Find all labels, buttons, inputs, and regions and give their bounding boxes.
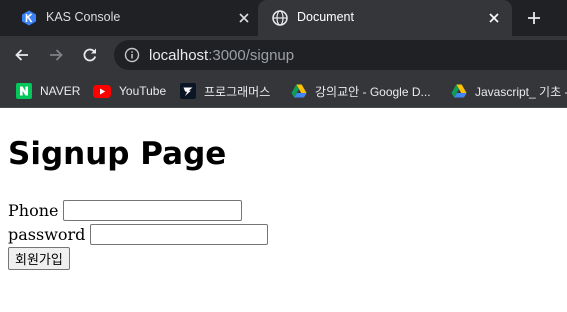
bookmark-lecture-notes[interactable]: 강의교안 - Google D... xyxy=(291,81,431,101)
bookmark-label: Javascript_ 기초 - xyxy=(475,84,567,99)
new-tab-button[interactable] xyxy=(522,6,546,30)
url-path: :3000/signup xyxy=(208,47,295,64)
password-label: password xyxy=(8,225,86,244)
bookmark-label: 프로그래머스 xyxy=(204,84,271,99)
bookmark-label: NAVER xyxy=(40,84,81,98)
info-icon[interactable] xyxy=(124,47,140,67)
arrow-right-icon xyxy=(50,49,63,61)
bookmark-youtube[interactable]: YouTube xyxy=(93,81,166,101)
tab-strip: KAS Console Document xyxy=(0,0,567,36)
phone-input[interactable] xyxy=(63,200,243,221)
kas-favicon-icon xyxy=(21,10,37,30)
address-bar[interactable]: localhost:3000/signup xyxy=(114,40,567,70)
globe-icon xyxy=(272,10,288,30)
tab-title: KAS Console xyxy=(46,10,121,24)
tab-document[interactable]: Document xyxy=(258,0,512,36)
plus-icon xyxy=(528,12,540,24)
bookmark-javascript-basics[interactable]: Javascript_ 기초 - xyxy=(451,81,567,101)
page-content: Signup Page Phone password 회원가입 xyxy=(0,108,567,312)
tab-close-icon[interactable] xyxy=(484,8,504,28)
google-drive-icon xyxy=(451,83,467,99)
bookmarks-bar: NAVER YouTube 프로그래머스 강의교안 - Google D... … xyxy=(0,74,567,108)
google-drive-icon xyxy=(291,83,307,99)
back-button[interactable] xyxy=(10,43,34,67)
forward-button[interactable] xyxy=(44,43,68,67)
browser-toolbar: localhost:3000/signup xyxy=(0,36,567,74)
password-input[interactable] xyxy=(90,224,269,245)
phone-row: Phone xyxy=(8,200,243,221)
reload-icon xyxy=(83,48,97,62)
tab-close-icon[interactable] xyxy=(234,8,254,28)
signup-button[interactable]: 회원가입 xyxy=(8,247,70,270)
bookmark-programmers[interactable]: 프로그래머스 xyxy=(180,81,270,101)
url-text: localhost:3000/signup xyxy=(149,47,294,64)
arrow-left-icon xyxy=(15,49,28,61)
bookmark-naver[interactable]: NAVER xyxy=(16,81,80,101)
phone-label: Phone xyxy=(8,201,59,220)
bookmark-label: 강의교안 - Google D... xyxy=(315,84,431,99)
bookmark-label: YouTube xyxy=(119,84,167,98)
naver-icon xyxy=(16,83,32,99)
url-host: localhost xyxy=(149,47,209,64)
reload-button[interactable] xyxy=(78,43,102,67)
tab-title: Document xyxy=(297,10,354,24)
youtube-icon xyxy=(93,83,111,99)
page-title: Signup Page xyxy=(8,136,227,172)
tab-kas-console[interactable]: KAS Console xyxy=(0,0,258,36)
password-row: password xyxy=(8,224,269,245)
programmers-icon xyxy=(180,83,196,99)
